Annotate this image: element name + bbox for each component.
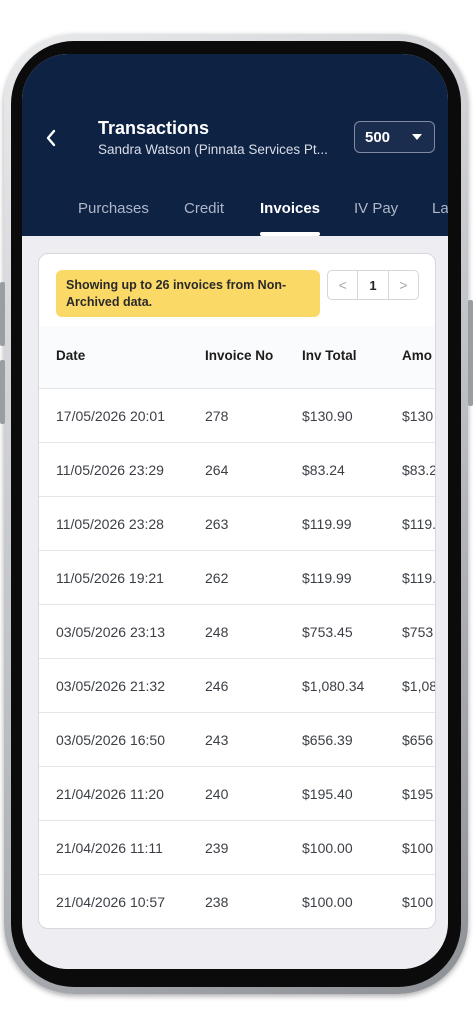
volume-down-button (0, 360, 5, 424)
cell-amount: $130 (402, 408, 434, 424)
cell-inv-total: $100.00 (302, 840, 353, 856)
tab-invoices[interactable]: Invoices (260, 200, 320, 217)
cell-date: 21/04/2026 10:57 (56, 894, 165, 910)
table-body: 17/05/2026 20:01 278 $130.90 $130 11/05/2026… (39, 389, 436, 928)
table-row[interactable]: 21/04/2026 10:57 238 $100.00 $100 (39, 875, 435, 928)
cell-inv-total: $130.90 (302, 408, 353, 424)
table-row[interactable]: 11/05/2026 23:29 264 $83.24 $83.2 (39, 443, 436, 497)
pagination: < 1 > (327, 270, 419, 300)
caret-down-icon (412, 134, 422, 140)
cell-date: 11/05/2026 19:21 (56, 570, 164, 586)
table-row[interactable]: 17/05/2026 20:01 278 $130.90 $130 (39, 389, 435, 443)
cell-invoice-no: 248 (205, 624, 229, 640)
cell-inv-total: $119.99 (302, 570, 352, 586)
table-row[interactable]: 11/05/2026 23:28 263 $119.99 $119. (39, 497, 436, 551)
cell-invoice-no: 263 (205, 516, 229, 532)
cell-amount: $656 (402, 732, 434, 748)
phone-screen: Transactions Sandra Watson (Pinnata Serv… (22, 54, 448, 969)
tab-credit[interactable]: Credit (184, 200, 224, 217)
chevron-left-icon (46, 129, 56, 147)
power-button (468, 300, 473, 406)
table-header: Date Invoice No Inv Total Amo (39, 326, 435, 389)
next-page-button[interactable]: > (389, 271, 418, 299)
cell-inv-total: $753.45 (302, 624, 353, 640)
table-row[interactable]: 11/05/2026 19:21 262 $119.99 $119. (39, 551, 436, 605)
cell-amount: $1,08 (402, 678, 436, 694)
cell-date: 11/05/2026 23:28 (56, 516, 164, 532)
tab-purchases[interactable]: Purchases (78, 200, 149, 217)
cell-invoice-no: 264 (205, 462, 229, 478)
table-row[interactable]: 03/05/2026 23:13 248 $753.45 $753 (39, 605, 435, 659)
cell-inv-total: $656.39 (302, 732, 353, 748)
customer-name: Sandra Watson (Pinnata Services Pt... (98, 142, 328, 157)
table-row[interactable]: 21/04/2026 11:11 239 $100.00 $100 (39, 821, 435, 875)
cell-date: 03/05/2026 23:13 (56, 624, 165, 640)
table-row[interactable]: 03/05/2026 16:50 243 $656.39 $656 (39, 713, 435, 767)
cell-date: 21/04/2026 11:20 (56, 786, 164, 802)
notice-banner: Showing up to 26 invoices from Non-Archi… (56, 270, 320, 317)
cell-inv-total: $83.24 (302, 462, 345, 478)
invoices-table: Date Invoice No Inv Total Amo 17/05/2026… (39, 326, 436, 928)
cell-date: 11/05/2026 23:29 (56, 462, 164, 478)
cell-invoice-no: 246 (205, 678, 229, 694)
cell-inv-total: $195.40 (302, 786, 353, 802)
cell-inv-total: $119.99 (302, 516, 352, 532)
volume-up-button (0, 282, 5, 346)
cell-amount: $83.2 (402, 462, 436, 478)
column-header-invoice-no[interactable]: Invoice No (205, 348, 285, 363)
cell-inv-total: $100.00 (302, 894, 353, 910)
cell-inv-total: $1,080.34 (302, 678, 365, 694)
cell-amount: $100 (402, 894, 434, 910)
active-tab-indicator (260, 232, 320, 236)
tab-bar: Purchases Credit Invoices IV Pay La (22, 192, 448, 236)
count-select[interactable]: 500 (354, 121, 435, 153)
cell-invoice-no: 243 (205, 732, 229, 748)
cell-invoice-no: 238 (205, 894, 229, 910)
column-header-amount[interactable]: Amo (402, 348, 435, 363)
cell-date: 03/05/2026 21:32 (56, 678, 165, 694)
cell-date: 17/05/2026 20:01 (56, 408, 165, 424)
screen-bottom (22, 944, 448, 969)
back-button[interactable] (40, 126, 62, 150)
count-select-value: 500 (365, 128, 391, 146)
cell-invoice-no: 278 (205, 408, 229, 424)
cell-amount: $100 (402, 840, 434, 856)
table-row[interactable]: 03/05/2026 21:32 246 $1,080.34 $1,08 (39, 659, 436, 713)
cell-amount: $119. (402, 570, 436, 586)
page-title: Transactions (98, 118, 210, 138)
invoices-card: Showing up to 26 invoices from Non-Archi… (38, 253, 436, 929)
cell-date: 21/04/2026 11:11 (56, 840, 163, 856)
cell-invoice-no: 239 (205, 840, 229, 856)
cell-invoice-no: 262 (205, 570, 229, 586)
cell-invoice-no: 240 (205, 786, 229, 802)
cell-date: 03/05/2026 16:50 (56, 732, 165, 748)
cell-amount: $753 (402, 624, 434, 640)
column-header-date[interactable]: Date (56, 348, 196, 363)
cell-amount: $119. (402, 516, 436, 532)
column-header-inv-total[interactable]: Inv Total (302, 348, 392, 363)
prev-page-button[interactable]: < (328, 271, 357, 299)
app-header: Transactions Sandra Watson (Pinnata Serv… (22, 54, 448, 236)
tab-iv-pay[interactable]: IV Pay (354, 200, 398, 217)
table-row[interactable]: 21/04/2026 11:20 240 $195.40 $195 (39, 767, 435, 821)
cell-amount: $195 (402, 786, 434, 802)
tab-la[interactable]: La (432, 200, 448, 217)
current-page: 1 (357, 271, 389, 299)
